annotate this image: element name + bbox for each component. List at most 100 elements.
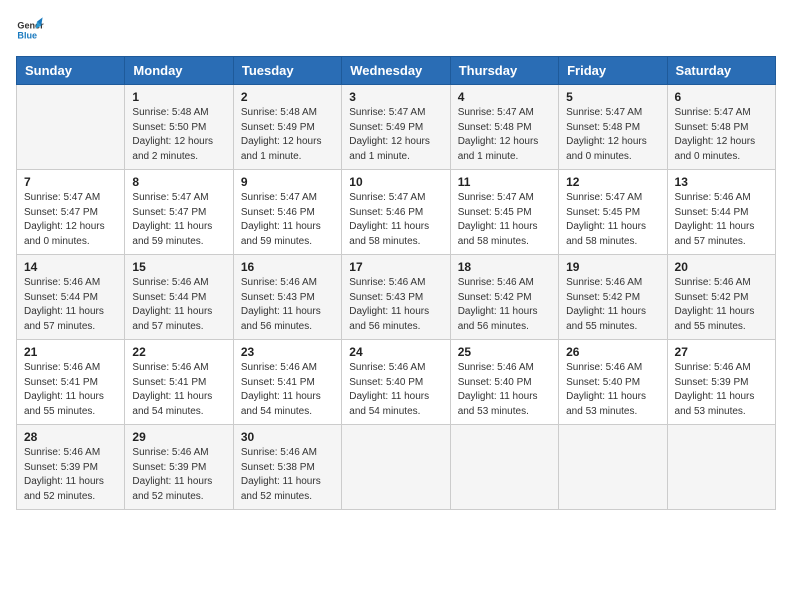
- day-detail: Sunrise: 5:47 AM Sunset: 5:46 PM Dayligh…: [241, 191, 334, 249]
- day-cell: 14Sunrise: 5:46 AM Sunset: 5:44 PM Dayli…: [17, 255, 125, 340]
- calendar-header: SundayMondayTuesdayWednesdayThursdayFrid…: [17, 57, 776, 85]
- day-number: 23: [241, 345, 334, 359]
- logo: General Blue: [16, 16, 44, 44]
- day-detail: Sunrise: 5:48 AM Sunset: 5:49 PM Dayligh…: [241, 106, 334, 164]
- day-number: 29: [132, 430, 225, 444]
- day-detail: Sunrise: 5:47 AM Sunset: 5:49 PM Dayligh…: [349, 106, 442, 164]
- day-detail: Sunrise: 5:46 AM Sunset: 5:42 PM Dayligh…: [566, 276, 659, 334]
- day-cell: [450, 425, 558, 510]
- column-header-thursday: Thursday: [450, 57, 558, 85]
- day-cell: 19 Sunrise: 5:46 AM Sunset: 5:42 PM Dayli…: [559, 255, 667, 340]
- day-number: 15: [132, 260, 225, 274]
- day-cell: [667, 425, 775, 510]
- day-cell: 27Sunrise: 5:46 AM Sunset: 5:39 PM Dayli…: [667, 340, 775, 425]
- header-row: SundayMondayTuesdayWednesdayThursdayFrid…: [17, 57, 776, 85]
- day-detail: Sunrise: 5:46 AM Sunset: 5:41 PM Dayligh…: [24, 361, 117, 419]
- day-cell: 5Sunrise: 5:47 AM Sunset: 5:48 PM Daylig…: [559, 85, 667, 170]
- day-number: 2: [241, 90, 334, 104]
- day-detail: Sunrise: 5:46 AM Sunset: 5:40 PM Dayligh…: [458, 361, 551, 419]
- day-number: 30: [241, 430, 334, 444]
- day-detail: Sunrise: 5:46 AM Sunset: 5:44 PM Dayligh…: [675, 191, 768, 249]
- day-cell: [559, 425, 667, 510]
- day-detail: Sunrise: 5:47 AM Sunset: 5:48 PM Dayligh…: [675, 106, 768, 164]
- day-cell: 8 Sunrise: 5:47 AM Sunset: 5:47 PM Daylig…: [125, 170, 233, 255]
- week-row-2: 7 Sunrise: 5:47 AM Sunset: 5:47 PM Daylig…: [17, 170, 776, 255]
- day-detail: Sunrise: 5:46 AM Sunset: 5:38 PM Dayligh…: [241, 446, 334, 504]
- day-number: 19: [566, 260, 659, 274]
- column-header-monday: Monday: [125, 57, 233, 85]
- day-cell: 2 Sunrise: 5:48 AM Sunset: 5:49 PM Daylig…: [233, 85, 341, 170]
- day-detail: Sunrise: 5:47 AM Sunset: 5:45 PM Dayligh…: [458, 191, 551, 249]
- day-cell: 25 Sunrise: 5:46 AM Sunset: 5:40 PM Dayli…: [450, 340, 558, 425]
- day-detail: Sunrise: 5:46 AM Sunset: 5:39 PM Dayligh…: [675, 361, 768, 419]
- day-number: 10: [349, 175, 442, 189]
- day-number: 20: [675, 260, 768, 274]
- day-number: 7: [24, 175, 117, 189]
- column-header-saturday: Saturday: [667, 57, 775, 85]
- day-cell: 28 Sunrise: 5:46 AM Sunset: 5:39 PM Dayli…: [17, 425, 125, 510]
- day-detail: Sunrise: 5:47 AM Sunset: 5:45 PM Dayligh…: [566, 191, 659, 249]
- day-cell: 18 Sunrise: 5:46 AM Sunset: 5:42 PM Dayli…: [450, 255, 558, 340]
- week-row-5: 28 Sunrise: 5:46 AM Sunset: 5:39 PM Dayli…: [17, 425, 776, 510]
- day-cell: 30 Sunrise: 5:46 AM Sunset: 5:38 PM Dayli…: [233, 425, 341, 510]
- day-number: 3: [349, 90, 442, 104]
- day-number: 1: [132, 90, 225, 104]
- day-cell: 20 Sunrise: 5:46 AM Sunset: 5:42 PM Dayli…: [667, 255, 775, 340]
- day-cell: 24Sunrise: 5:46 AM Sunset: 5:40 PM Dayli…: [342, 340, 450, 425]
- column-header-tuesday: Tuesday: [233, 57, 341, 85]
- day-cell: 17 Sunrise: 5:46 AM Sunset: 5:43 PM Dayli…: [342, 255, 450, 340]
- day-detail: Sunrise: 5:46 AM Sunset: 5:39 PM Dayligh…: [24, 446, 117, 504]
- general-blue-logo-icon: General Blue: [16, 16, 44, 44]
- day-number: 11: [458, 175, 551, 189]
- day-detail: Sunrise: 5:46 AM Sunset: 5:42 PM Dayligh…: [458, 276, 551, 334]
- day-cell: 21 Sunrise: 5:46 AM Sunset: 5:41 PM Dayli…: [17, 340, 125, 425]
- day-detail: Sunrise: 5:47 AM Sunset: 5:47 PM Dayligh…: [24, 191, 117, 249]
- day-number: 28: [24, 430, 117, 444]
- day-number: 18: [458, 260, 551, 274]
- day-cell: 1 Sunrise: 5:48 AM Sunset: 5:50 PM Daylig…: [125, 85, 233, 170]
- day-number: 13: [675, 175, 768, 189]
- day-cell: 16 Sunrise: 5:46 AM Sunset: 5:43 PM Dayli…: [233, 255, 341, 340]
- week-row-1: 1 Sunrise: 5:48 AM Sunset: 5:50 PM Daylig…: [17, 85, 776, 170]
- day-detail: Sunrise: 5:47 AM Sunset: 5:48 PM Dayligh…: [458, 106, 551, 164]
- week-row-3: 14Sunrise: 5:46 AM Sunset: 5:44 PM Dayli…: [17, 255, 776, 340]
- day-detail: Sunrise: 5:46 AM Sunset: 5:41 PM Dayligh…: [241, 361, 334, 419]
- column-header-friday: Friday: [559, 57, 667, 85]
- day-cell: 12 Sunrise: 5:47 AM Sunset: 5:45 PM Dayli…: [559, 170, 667, 255]
- day-detail: Sunrise: 5:48 AM Sunset: 5:50 PM Dayligh…: [132, 106, 225, 164]
- day-cell: 3 Sunrise: 5:47 AM Sunset: 5:49 PM Daylig…: [342, 85, 450, 170]
- day-cell: 22 Sunrise: 5:46 AM Sunset: 5:41 PM Dayli…: [125, 340, 233, 425]
- day-number: 4: [458, 90, 551, 104]
- day-detail: Sunrise: 5:46 AM Sunset: 5:39 PM Dayligh…: [132, 446, 225, 504]
- day-detail: Sunrise: 5:46 AM Sunset: 5:43 PM Dayligh…: [241, 276, 334, 334]
- day-detail: Sunrise: 5:46 AM Sunset: 5:41 PM Dayligh…: [132, 361, 225, 419]
- day-detail: Sunrise: 5:46 AM Sunset: 5:42 PM Dayligh…: [675, 276, 768, 334]
- day-number: 12: [566, 175, 659, 189]
- day-number: 9: [241, 175, 334, 189]
- calendar-body: 1 Sunrise: 5:48 AM Sunset: 5:50 PM Daylig…: [17, 85, 776, 510]
- column-header-sunday: Sunday: [17, 57, 125, 85]
- page-header: General Blue: [16, 16, 776, 44]
- day-detail: Sunrise: 5:46 AM Sunset: 5:43 PM Dayligh…: [349, 276, 442, 334]
- day-number: 8: [132, 175, 225, 189]
- day-number: 16: [241, 260, 334, 274]
- day-cell: 26Sunrise: 5:46 AM Sunset: 5:40 PM Dayli…: [559, 340, 667, 425]
- day-number: 5: [566, 90, 659, 104]
- day-number: 21: [24, 345, 117, 359]
- day-cell: 4 Sunrise: 5:47 AM Sunset: 5:48 PM Daylig…: [450, 85, 558, 170]
- day-cell: 6 Sunrise: 5:47 AM Sunset: 5:48 PM Daylig…: [667, 85, 775, 170]
- day-detail: Sunrise: 5:46 AM Sunset: 5:44 PM Dayligh…: [24, 276, 117, 334]
- svg-text:Blue: Blue: [17, 30, 37, 40]
- day-number: 22: [132, 345, 225, 359]
- day-cell: 29 Sunrise: 5:46 AM Sunset: 5:39 PM Dayli…: [125, 425, 233, 510]
- day-cell: [17, 85, 125, 170]
- day-cell: 11 Sunrise: 5:47 AM Sunset: 5:45 PM Dayli…: [450, 170, 558, 255]
- column-header-wednesday: Wednesday: [342, 57, 450, 85]
- week-row-4: 21 Sunrise: 5:46 AM Sunset: 5:41 PM Dayli…: [17, 340, 776, 425]
- day-detail: Sunrise: 5:47 AM Sunset: 5:47 PM Dayligh…: [132, 191, 225, 249]
- day-number: 6: [675, 90, 768, 104]
- day-number: 25: [458, 345, 551, 359]
- day-cell: 7 Sunrise: 5:47 AM Sunset: 5:47 PM Daylig…: [17, 170, 125, 255]
- day-cell: 15Sunrise: 5:46 AM Sunset: 5:44 PM Dayli…: [125, 255, 233, 340]
- day-number: 17: [349, 260, 442, 274]
